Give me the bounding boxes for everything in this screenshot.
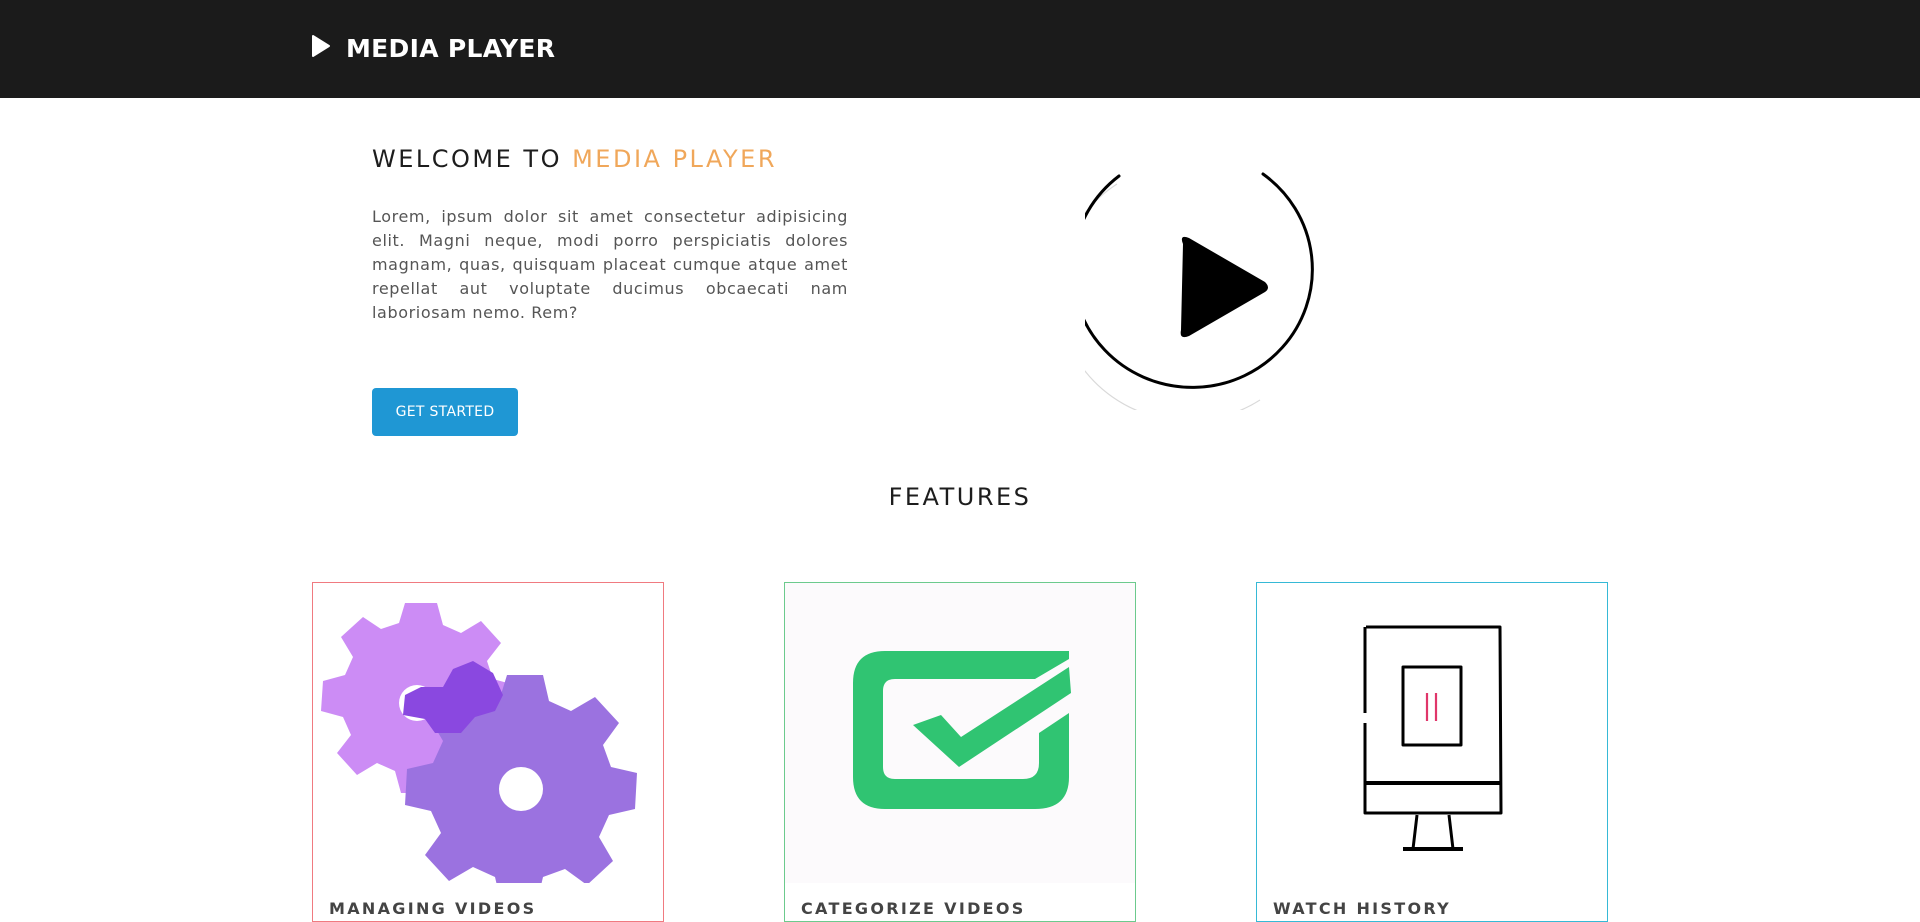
gears-icon (321, 603, 637, 883)
play-icon (312, 34, 330, 57)
brand-link[interactable]: MEDIA PLAYER (310, 28, 555, 63)
feature-card-title: WATCH HISTORY (1273, 899, 1452, 918)
play-circle-icon (1085, 172, 1314, 410)
feature-card-watch-history[interactable]: WATCH HISTORY (1256, 582, 1608, 922)
brand-name: MEDIA PLAYER (346, 34, 556, 63)
hero-title-prefix: WELCOME TO (372, 145, 573, 173)
features-title: FEATURES (888, 483, 1032, 511)
navbar: MEDIA PLAYER (0, 0, 1920, 98)
feature-card-title: CATEGORIZE VIDEOS (801, 899, 1026, 918)
monitor-icon (1363, 625, 1503, 851)
hero-title-accent: MEDIA PLAYER (572, 145, 778, 173)
hero-title: WELCOME TO MEDIA PLAYER (372, 145, 777, 173)
checkmark-icon (785, 583, 1135, 883)
feature-card-categorize-videos[interactable]: CATEGORIZE VIDEOS (784, 582, 1136, 922)
feature-card-managing-videos[interactable]: MANAGING VIDEOS (312, 582, 664, 922)
feature-card-title: MANAGING VIDEOS (329, 899, 537, 918)
get-started-button[interactable]: GET STARTED (372, 388, 518, 436)
hero-description: Lorem, ipsum dolor sit amet consectetur … (372, 207, 848, 322)
